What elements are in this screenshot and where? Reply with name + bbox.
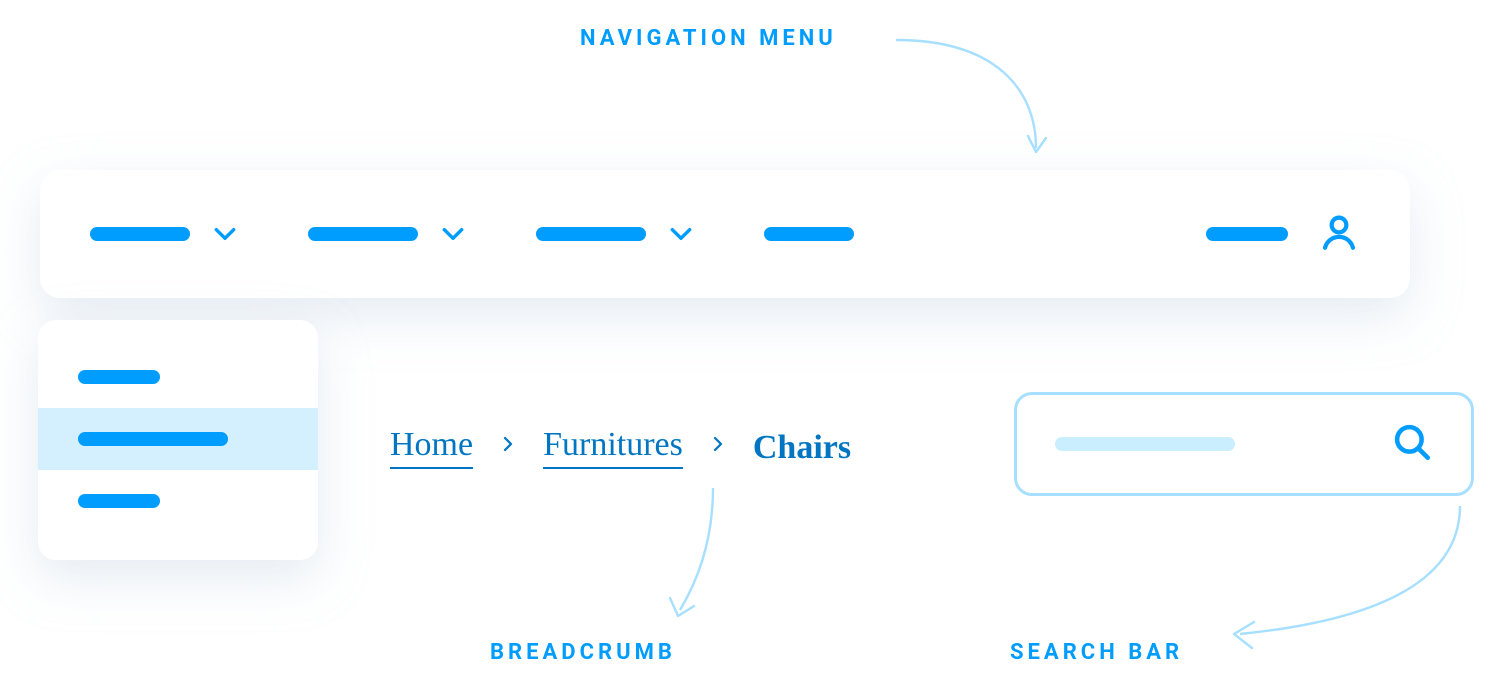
dropdown-item-1-label-placeholder (78, 370, 160, 384)
search-bar[interactable] (1014, 392, 1474, 496)
nav-item-4[interactable] (764, 227, 854, 241)
dropdown-item-2-label-placeholder (78, 432, 228, 446)
dropdown-item-3-label-placeholder (78, 494, 160, 508)
nav-item-4-label-placeholder (764, 227, 854, 241)
user-icon[interactable] (1318, 211, 1360, 257)
dropdown-item-3[interactable] (38, 470, 318, 532)
search-input-placeholder[interactable] (1055, 437, 1235, 451)
nav-item-3[interactable] (536, 221, 694, 247)
search-icon[interactable] (1391, 421, 1433, 467)
breadcrumb-item-current: Chairs (753, 429, 851, 467)
breadcrumb: Home Furnitures Chairs (390, 426, 851, 469)
nav-item-1[interactable] (90, 221, 238, 247)
chevron-down-icon (668, 221, 694, 247)
nav-items-right (1206, 211, 1360, 257)
annotation-arrow-nav (886, 30, 1076, 170)
chevron-right-icon (709, 429, 727, 467)
nav-item-3-label-placeholder (536, 227, 646, 241)
annotation-arrow-breadcrumb (618, 480, 738, 630)
nav-item-account-label-placeholder (1206, 227, 1288, 241)
breadcrumb-caption: BREADCRUMB (490, 640, 676, 665)
dropdown-item-1[interactable] (38, 346, 318, 408)
breadcrumb-item-home[interactable]: Home (390, 426, 473, 469)
dropdown-item-2-selected[interactable] (38, 408, 318, 470)
navigation-menu-caption: NAVIGATION MENU (580, 26, 837, 51)
chevron-right-icon (499, 429, 517, 467)
chevron-down-icon (212, 221, 238, 247)
nav-item-account[interactable] (1206, 227, 1288, 241)
nav-dropdown (38, 320, 318, 560)
annotation-arrow-search (1210, 500, 1470, 660)
nav-items-left (90, 221, 1206, 247)
search-bar-caption: SEARCH BAR (1010, 640, 1183, 665)
nav-item-1-label-placeholder (90, 227, 190, 241)
chevron-down-icon (440, 221, 466, 247)
navigation-menu (40, 170, 1410, 298)
nav-item-2-label-placeholder (308, 227, 418, 241)
breadcrumb-item-furnitures[interactable]: Furnitures (543, 426, 683, 469)
nav-item-2[interactable] (308, 221, 466, 247)
